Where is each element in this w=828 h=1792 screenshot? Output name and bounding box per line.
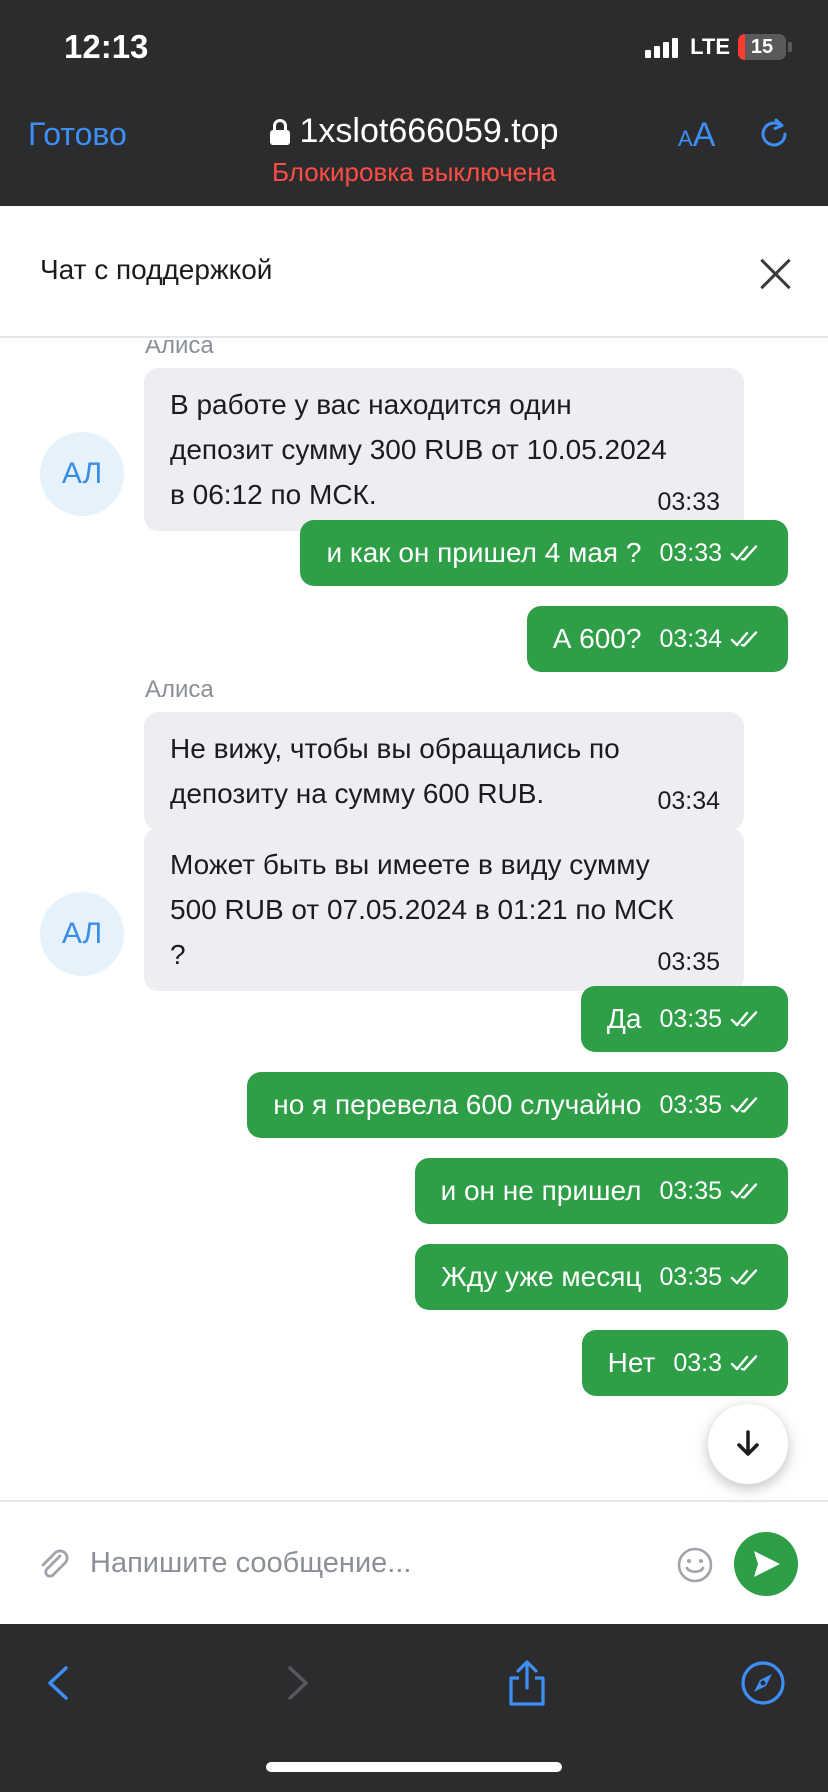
browser-header: Готово 1xslot666059.top Блокировка выклю… (0, 100, 828, 206)
share-icon[interactable] (502, 1658, 552, 1708)
status-time: 12:13 (64, 28, 149, 65)
incoming-message: Может быть вы имеете в виду сумму 500 RUB… (144, 828, 744, 991)
read-ticks-icon (730, 1355, 758, 1371)
avatar: АЛ (40, 432, 124, 516)
message-list[interactable]: Алиса В работе у вас находится один депоз… (0, 340, 828, 1504)
reload-icon[interactable] (756, 116, 792, 152)
message-line: Не вижу, чтобы вы обращались по (170, 733, 620, 764)
lock-icon (269, 118, 290, 145)
message-line: в 06:12 по МСК. (170, 479, 377, 510)
text-size-large-label: A (692, 116, 716, 154)
read-ticks-icon (730, 1097, 758, 1113)
battery-fill (738, 34, 746, 60)
sender-name: Алиса (145, 676, 214, 703)
message-line: депозит сумму 300 RUB от 10.05.2024 (170, 434, 667, 465)
message-time: 03:35 (657, 948, 720, 976)
read-ticks-icon (730, 631, 758, 647)
message-text: А 600? (552, 623, 642, 654)
close-icon[interactable] (760, 258, 790, 288)
text-size-button[interactable]: AA (678, 116, 715, 155)
message-text: и как он пришел 4 мая ? (326, 537, 642, 568)
home-indicator (266, 1762, 562, 1772)
network-type: LTE (690, 34, 730, 59)
signal-icon (645, 36, 679, 58)
incoming-message: В работе у вас находится один депозит сум… (144, 368, 744, 531)
read-ticks-icon (730, 1269, 758, 1285)
outgoing-message: Жду уже месяц 03:35 (415, 1244, 788, 1310)
read-ticks-icon (730, 545, 758, 561)
arrow-down-icon (737, 1430, 759, 1456)
message-input[interactable] (90, 1532, 650, 1594)
send-icon (754, 1551, 780, 1577)
text-size-small-label: A (678, 126, 693, 151)
status-indicators: LTE 15 (645, 34, 792, 60)
message-time: 03:34 (657, 787, 720, 815)
chat-title: Чат с поддержкой (40, 254, 273, 285)
incoming-message: Не вижу, чтобы вы обращались по депозиту … (144, 712, 744, 830)
message-time: 03:35 (659, 1004, 722, 1033)
message-text: Да (606, 1003, 642, 1034)
outgoing-message: Да 03:35 (580, 986, 788, 1052)
battery-icon: 15 (738, 34, 786, 60)
avatar: АЛ (40, 892, 124, 976)
message-time: 03:35 (659, 1176, 722, 1205)
message-line: 500 RUB от 07.05.2024 в 01:21 по МСК (170, 894, 674, 925)
message-text: и он не пришел (440, 1175, 642, 1206)
support-chat-widget: Чат с поддержкой Алиса В работе у вас на… (0, 206, 828, 1624)
address-bar[interactable]: 1xslot666059.top (269, 112, 559, 151)
sender-name: Алиса (145, 340, 214, 359)
message-line: ? (170, 939, 186, 970)
chat-header: Чат с поддержкой (0, 206, 828, 338)
message-line: В работе у вас находится один (170, 389, 572, 420)
read-ticks-icon (730, 1183, 758, 1199)
outgoing-message: но я перевела 600 случайно 03:35 (247, 1072, 788, 1138)
message-time: 03:34 (659, 624, 722, 653)
emoji-icon[interactable] (676, 1546, 714, 1584)
outgoing-message: Нет 03:3 (581, 1330, 788, 1396)
blocker-status: Блокировка выключена (271, 157, 557, 187)
message-text: но я перевела 600 случайно (273, 1089, 642, 1120)
message-time: 03:35 (659, 1090, 722, 1119)
attachment-icon[interactable] (36, 1546, 72, 1582)
read-ticks-icon (730, 1011, 758, 1027)
message-text: Жду уже месяц (441, 1261, 642, 1292)
outgoing-message: и как он пришел 4 мая ? 03:33 (300, 520, 788, 586)
status-bar: 12:13 LTE 15 (0, 0, 828, 100)
outgoing-message: А 600? 03:34 (526, 606, 788, 672)
compass-icon[interactable] (738, 1658, 788, 1708)
message-time: 03:35 (659, 1262, 722, 1291)
battery-level: 15 (750, 35, 774, 58)
forward-icon[interactable] (272, 1658, 322, 1708)
battery-cap (788, 42, 792, 52)
url-text: 1xslot666059.top (299, 112, 559, 150)
message-text: Нет (607, 1347, 656, 1378)
message-line: Может быть вы имеете в виду сумму (170, 849, 650, 880)
outgoing-message: и он не пришел 03:35 (414, 1158, 788, 1224)
back-icon[interactable] (34, 1658, 84, 1708)
message-time: 03:3 (673, 1348, 722, 1377)
message-line: депозиту на сумму 600 RUB. (170, 778, 545, 809)
message-time: 03:33 (657, 488, 720, 516)
send-button[interactable] (734, 1532, 798, 1596)
scroll-to-bottom-button[interactable] (708, 1404, 788, 1484)
message-time: 03:33 (659, 538, 722, 567)
message-composer (0, 1500, 828, 1624)
